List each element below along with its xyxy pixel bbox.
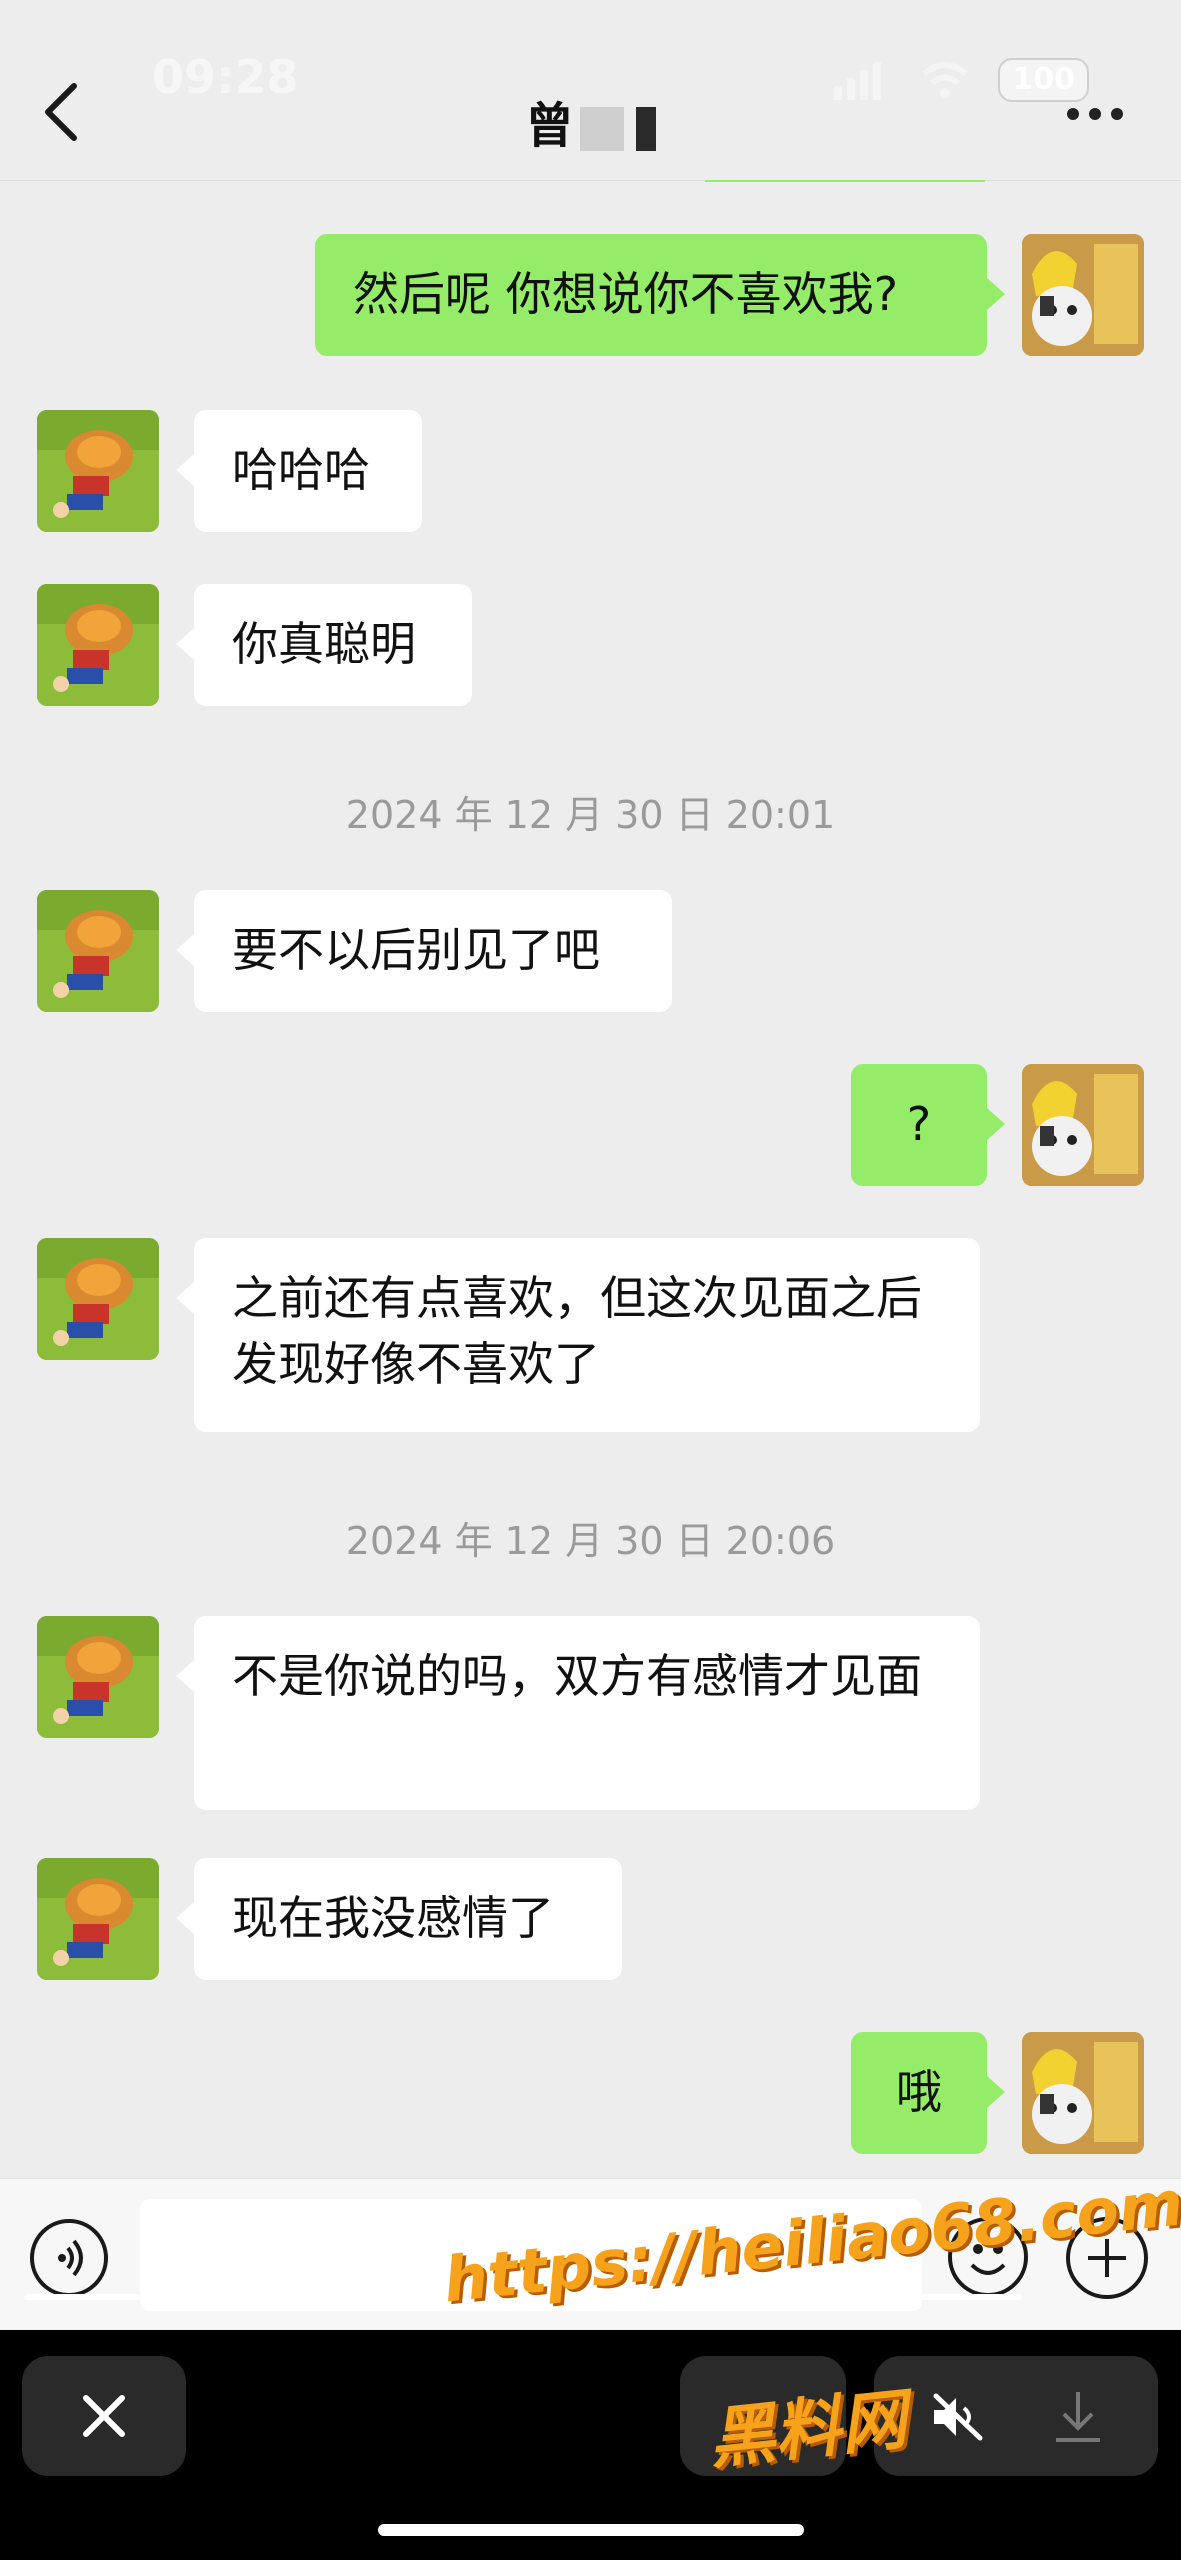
message-text: 你真聪明 [232, 617, 416, 671]
message-list[interactable]: 然后呢 你想说你不喜欢我? 哈哈哈 你真聪明 2024 年 12 月 30 日 … [0, 180, 1181, 2178]
contact-name: 曾 [525, 98, 574, 154]
avatar-contact[interactable] [37, 890, 159, 1012]
message-text: 哈哈哈 [232, 443, 370, 497]
timestamp: 2024 年 12 月 30 日 20:06 [345, 1519, 836, 1563]
overlay-actions [874, 2356, 1158, 2476]
download-icon[interactable] [1050, 2388, 1106, 2446]
redacted-name-block [579, 107, 624, 151]
message-text: ? [906, 1097, 932, 1151]
chat-header: 09:28 100 曾 [0, 0, 1181, 181]
message-text: 之前还有点喜欢，但这次见面之后发现好像不喜欢了 [232, 1271, 922, 1391]
mute-icon[interactable] [930, 2392, 986, 2442]
avatar-contact[interactable] [37, 584, 159, 706]
avatar-self[interactable] [1022, 1064, 1144, 1186]
message-text: 然后呢 你想说你不喜欢我? [353, 267, 899, 321]
previous-bubble-edge [705, 180, 985, 182]
avatar-contact[interactable] [37, 1616, 159, 1738]
message-bubble-contact[interactable]: 要不以后别见了吧 [176, 890, 672, 1012]
close-icon [83, 2395, 125, 2437]
message-bubble-contact[interactable]: 现在我没感情了 [176, 1858, 622, 1980]
message-bubble-self[interactable]: ? [851, 1064, 1005, 1186]
avatar-contact[interactable] [37, 1858, 159, 1980]
message-text: 要不以后别见了吧 [232, 923, 600, 977]
message-bubble-contact[interactable]: 你真聪明 [176, 584, 472, 706]
message-bubble-contact[interactable]: 不是你说的吗，双方有感情才见面 [176, 1616, 980, 1810]
message-bubble-contact[interactable]: 哈哈哈 [176, 410, 422, 532]
avatar-contact[interactable] [37, 1238, 159, 1360]
timestamp: 2024 年 12 月 30 日 20:01 [345, 793, 836, 837]
avatar-self[interactable] [1022, 2032, 1144, 2154]
close-button[interactable] [22, 2356, 186, 2476]
message-text: 哦 [896, 2065, 942, 2119]
message-text: 现在我没感情了 [232, 1891, 554, 1945]
voice-icon[interactable] [30, 2219, 108, 2297]
home-indicator [378, 2524, 804, 2536]
message-text: 不是你说的吗，双方有感情才见面 [232, 1649, 922, 1703]
more-dots-icon[interactable] [1067, 108, 1123, 120]
message-bubble-contact[interactable]: 之前还有点喜欢，但这次见面之后发现好像不喜欢了 [176, 1238, 980, 1432]
avatar-self[interactable] [1022, 234, 1144, 356]
avatar-contact[interactable] [37, 410, 159, 532]
message-bubble-self[interactable]: 然后呢 你想说你不喜欢我? [315, 234, 1005, 356]
message-bubble-self[interactable]: 哦 [851, 2032, 1005, 2154]
chat-title: 曾 [0, 86, 1181, 156]
redacted-name-block [635, 107, 656, 151]
